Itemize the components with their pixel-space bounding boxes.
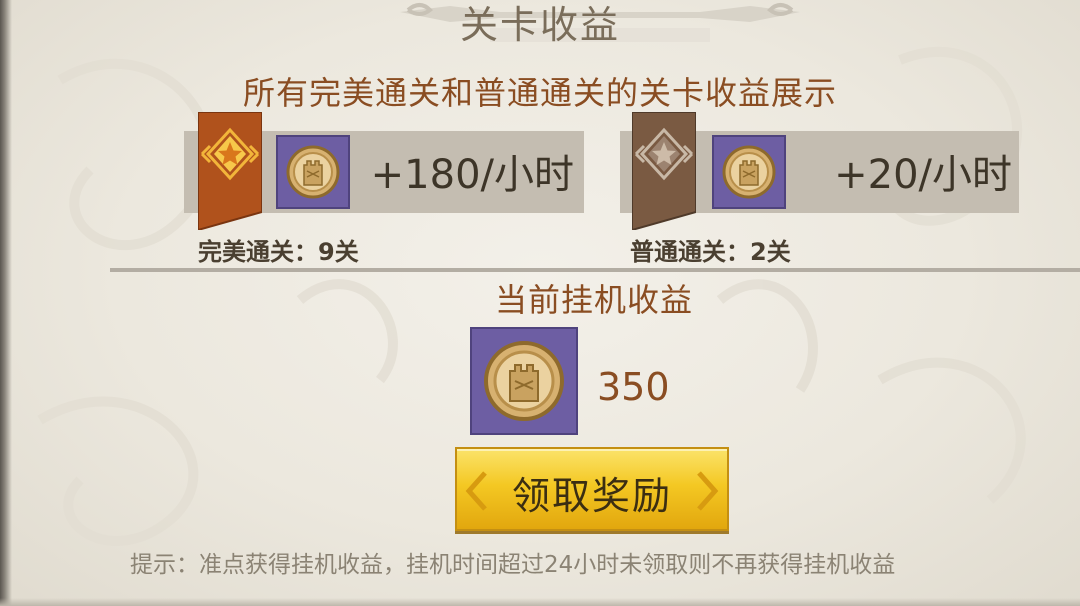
perfect-clear-flag xyxy=(198,112,262,230)
idle-value: 350 xyxy=(597,365,670,409)
normal-coin-box xyxy=(712,135,786,209)
section-divider xyxy=(110,268,1080,272)
button-chevron-right-icon xyxy=(697,471,719,511)
scroll-bottom-edge xyxy=(0,598,1080,606)
panel-subtitle: 所有完美通关和普通通关的关卡收益展示 xyxy=(242,74,837,112)
normal-clear-count: 普通通关：2关 xyxy=(630,238,791,266)
tower-coin-icon xyxy=(484,341,564,421)
claim-reward-button[interactable]: 领取奖励 xyxy=(455,447,729,531)
current-idle-title: 当前挂机收益 xyxy=(494,281,693,319)
tower-coin-icon xyxy=(722,145,776,199)
claim-reward-label: 领取奖励 xyxy=(511,474,672,518)
hint-text: 提示：准点获得挂机收益，挂机时间超过24小时未领取则不再获得挂机收益 xyxy=(130,552,896,578)
idle-coin-box xyxy=(470,327,578,435)
perfect-clear-count: 完美通关：9关 xyxy=(198,238,359,266)
normal-clear-flag xyxy=(632,112,696,230)
perfect-rate: +180/小时 xyxy=(370,152,574,198)
idle-rewards-panel: 关卡收益 所有完美通关和普通通关的关卡收益展示 +180/小时 完美通关：9关 xyxy=(0,0,1080,606)
perfect-coin-box xyxy=(276,135,350,209)
tower-coin-icon xyxy=(286,145,340,199)
panel-title: 关卡收益 xyxy=(459,3,620,47)
normal-rate: +20/小时 xyxy=(834,152,1012,198)
